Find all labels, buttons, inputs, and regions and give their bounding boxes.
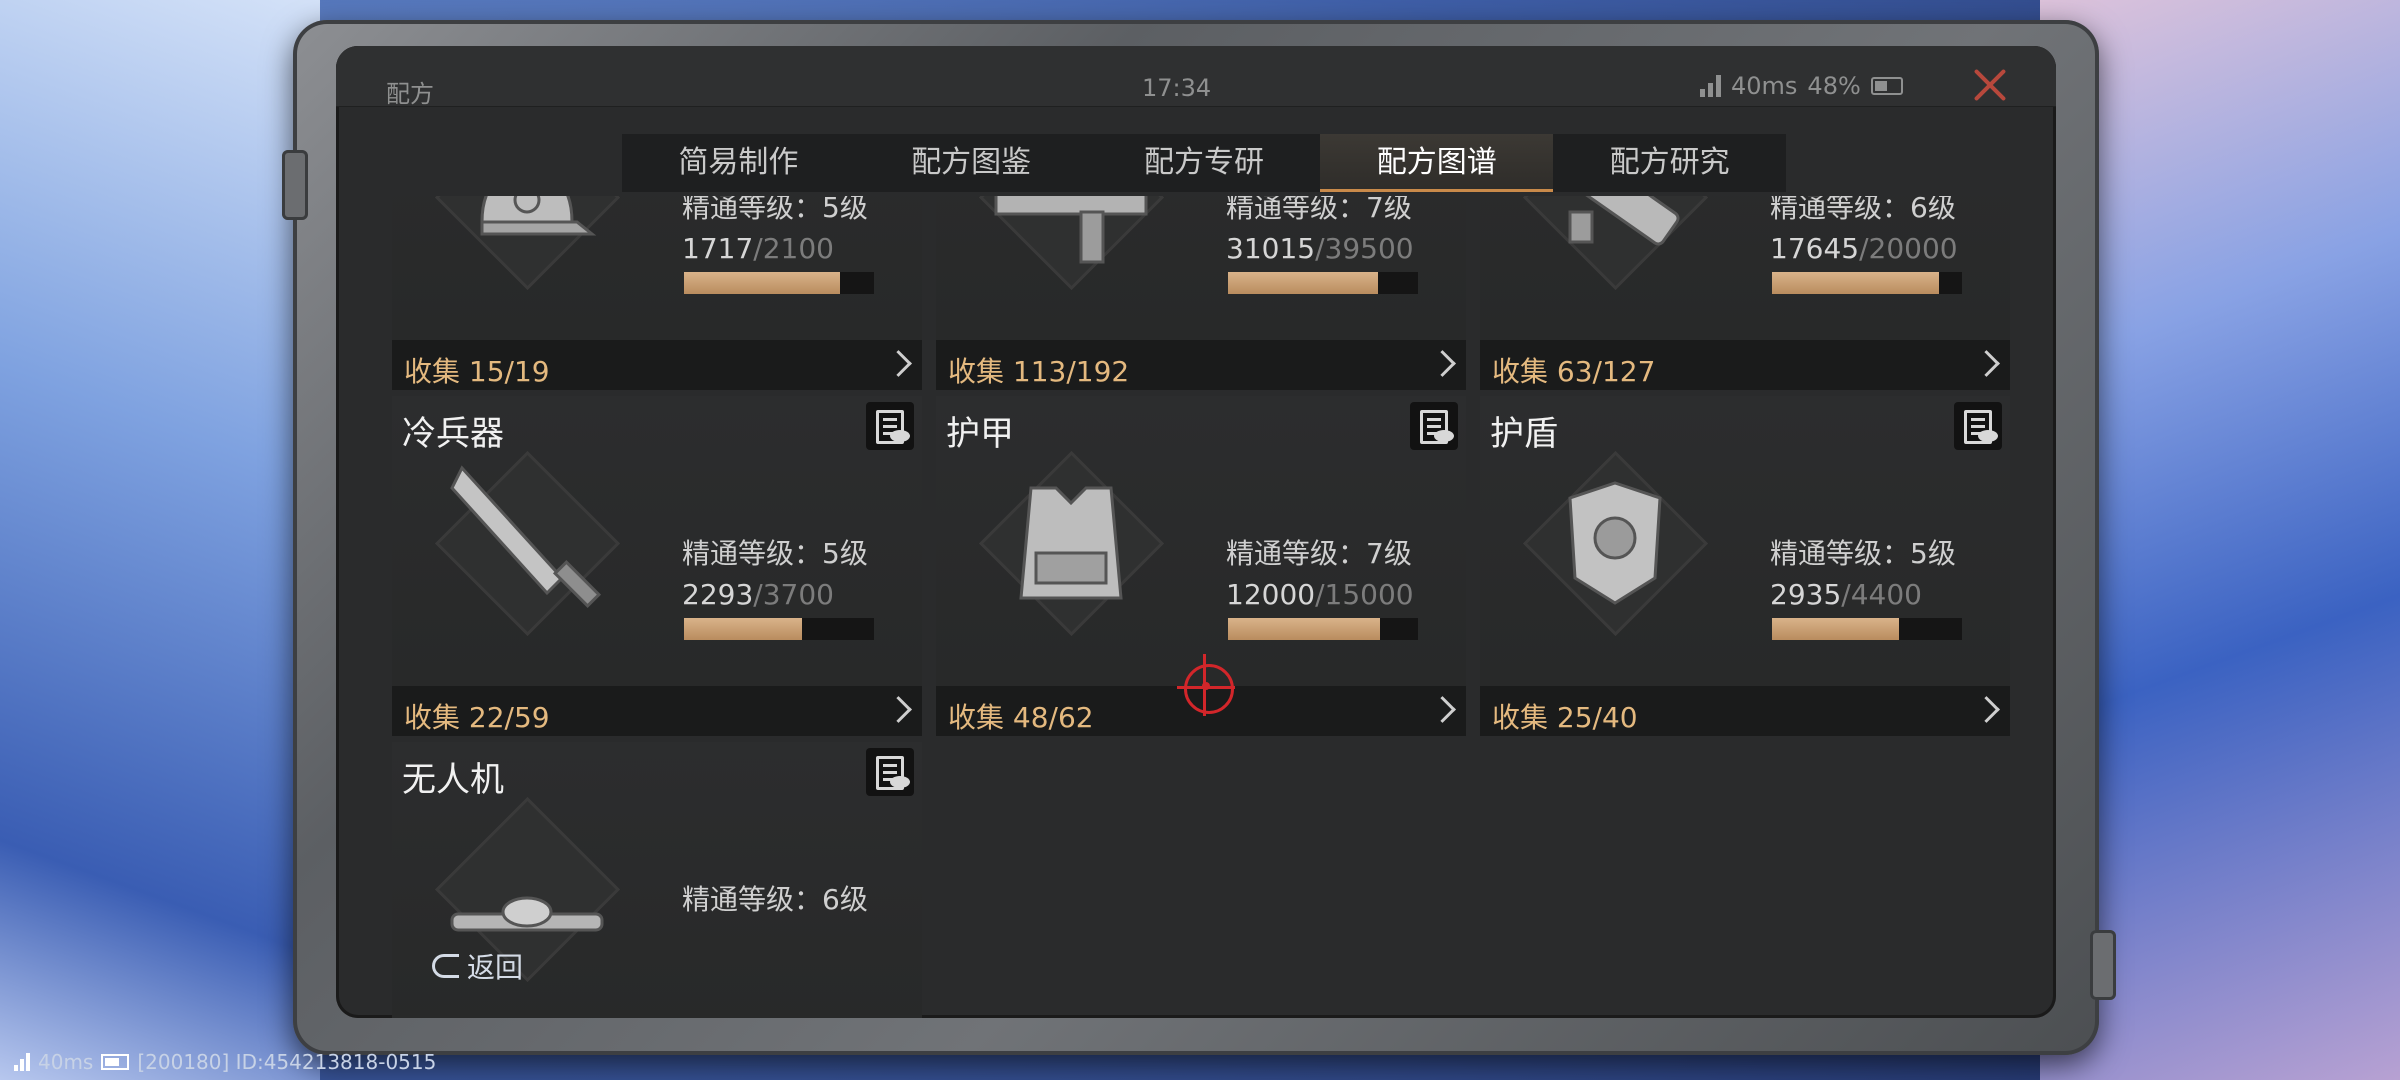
view-details-button[interactable] bbox=[1954, 402, 2002, 450]
clock: 17:34 bbox=[1142, 74, 1212, 102]
tab-bar: 简易制作 配方图鉴 配方专研 配方图谱 配方研究 bbox=[622, 134, 1786, 192]
network-status: 40ms 48% bbox=[1700, 72, 1903, 100]
battery-icon bbox=[101, 1054, 130, 1070]
tab-simple-craft[interactable]: 简易制作 bbox=[622, 134, 855, 192]
mastery-level: 精通等级：6级 bbox=[1770, 196, 1956, 224]
mastery-level: 精通等级：7级 bbox=[1226, 537, 1412, 570]
mastery-level: 精通等级：7级 bbox=[1226, 196, 1412, 224]
close-icon[interactable] bbox=[1970, 64, 2010, 104]
collect-count: 收集 22/59 bbox=[404, 701, 550, 734]
view-details-button[interactable] bbox=[866, 748, 914, 796]
bottom-status: 40ms [200180] ID:454213818-0515 bbox=[14, 1050, 436, 1074]
chevron-right-icon bbox=[1973, 696, 2000, 723]
bottom-ping: 40ms bbox=[38, 1050, 94, 1074]
window-title: 配方 bbox=[386, 80, 434, 108]
chevron-right-icon bbox=[885, 350, 912, 377]
card-title: 冷兵器 bbox=[402, 414, 504, 454]
category-card-melee[interactable]: 冷兵器 精通等级：5级 2293/3700 收集 22/59 bbox=[392, 396, 922, 736]
mastery-level: 精通等级：5级 bbox=[682, 196, 868, 224]
progress-fill bbox=[1772, 618, 1900, 640]
chevron-right-icon bbox=[1429, 696, 1456, 723]
collect-count: 收集 48/62 bbox=[948, 701, 1094, 734]
status-bar: 配方 17:34 40ms 48% bbox=[336, 46, 2056, 108]
back-label: 返回 bbox=[467, 951, 524, 984]
tab-recipe-research[interactable]: 配方研究 bbox=[1553, 134, 1786, 192]
mastery-level: 精通等级：5级 bbox=[682, 537, 868, 570]
tab-recipe-catalog[interactable]: 配方图鉴 bbox=[855, 134, 1088, 192]
mastery-progress-bar bbox=[684, 618, 874, 640]
chevron-right-icon bbox=[885, 696, 912, 723]
chevron-right-icon bbox=[1429, 350, 1456, 377]
mastery-progress-bar bbox=[1772, 618, 1962, 640]
category-card-smg[interactable]: 精通等级：7级 31015/39500 收集 113/192 bbox=[936, 196, 1466, 390]
mastery-progress-bar bbox=[684, 272, 874, 294]
card-title: 无人机 bbox=[402, 760, 504, 800]
mastery-progress-text: 31015/39500 bbox=[1226, 232, 1414, 265]
shield-armor-icon bbox=[1522, 450, 1709, 637]
recipe-window: 配方 17:34 40ms 48% 简易制作 配方图鉴 配方专研 配方图谱 配方… bbox=[336, 46, 2056, 1018]
progress-fill bbox=[1772, 272, 1940, 294]
mastery-progress-text: 2293/3700 bbox=[682, 578, 834, 611]
category-card-hat[interactable]: 精通等级：5级 1717/2100 收集 15/19 bbox=[392, 196, 922, 390]
collect-bar[interactable]: 收集 22/59 bbox=[392, 686, 922, 736]
back-button[interactable]: 返回 bbox=[432, 946, 523, 986]
card-title: 护盾 bbox=[1490, 414, 1558, 454]
cap-icon bbox=[434, 196, 621, 291]
mastery-progress-text: 12000/15000 bbox=[1226, 578, 1414, 611]
tab-recipe-specialize[interactable]: 配方专研 bbox=[1088, 134, 1321, 192]
return-arrow-icon bbox=[432, 954, 459, 978]
signal-icon bbox=[1700, 75, 1721, 97]
battery-icon bbox=[1870, 77, 1903, 95]
battery-text: 48% bbox=[1807, 72, 1861, 100]
progress-fill bbox=[684, 272, 840, 294]
mastery-progress-text: 1717/2100 bbox=[682, 232, 834, 265]
mastery-level: 精通等级：5级 bbox=[1770, 537, 1956, 570]
collect-bar[interactable]: 收集 15/19 bbox=[392, 340, 922, 390]
ping-text: 40ms bbox=[1731, 72, 1798, 100]
mastery-progress-bar bbox=[1228, 272, 1418, 294]
mastery-progress-text: 2935/4400 bbox=[1770, 578, 1922, 611]
background-left bbox=[0, 0, 320, 1080]
frame-clip bbox=[282, 150, 308, 220]
card-title: 护甲 bbox=[946, 414, 1014, 454]
vest-icon bbox=[978, 450, 1165, 637]
collect-bar[interactable]: 收集 25/40 bbox=[1480, 686, 2010, 736]
collect-count: 收集 15/19 bbox=[404, 355, 550, 388]
collect-count: 收集 25/40 bbox=[1492, 701, 1638, 734]
progress-fill bbox=[1228, 272, 1379, 294]
mastery-level: 精通等级：6级 bbox=[682, 883, 868, 916]
view-details-button[interactable] bbox=[866, 402, 914, 450]
crosshair-icon bbox=[1177, 664, 1235, 714]
collect-bar[interactable]: 收集 63/127 bbox=[1480, 340, 2010, 390]
smg-icon bbox=[978, 196, 1165, 291]
signal-icon bbox=[14, 1053, 30, 1071]
player-id: [200180] ID:454213818-0515 bbox=[137, 1050, 437, 1074]
collect-bar[interactable]: 收集 113/192 bbox=[936, 340, 1466, 390]
progress-fill bbox=[1228, 618, 1380, 640]
knife-icon bbox=[434, 450, 621, 637]
collect-count: 收集 63/127 bbox=[1492, 355, 1656, 388]
progress-fill bbox=[684, 618, 802, 640]
category-card-shield[interactable]: 护盾 精通等级：5级 2935/4400 收集 25/40 bbox=[1480, 396, 2010, 736]
frame-clip bbox=[2090, 930, 2116, 1000]
chevron-right-icon bbox=[1973, 350, 2000, 377]
tab-recipe-atlas[interactable]: 配方图谱 bbox=[1320, 134, 1554, 192]
mastery-progress-bar bbox=[1772, 272, 1962, 294]
launcher-icon bbox=[1522, 196, 1709, 291]
category-card-launcher[interactable]: 精通等级：6级 17645/20000 收集 63/127 bbox=[1480, 196, 2010, 390]
collect-count: 收集 113/192 bbox=[948, 355, 1130, 388]
view-details-button[interactable] bbox=[1410, 402, 1458, 450]
mastery-progress-text: 17645/20000 bbox=[1770, 232, 1958, 265]
mastery-progress-bar bbox=[1228, 618, 1418, 640]
card-grid: 精通等级：5级 1717/2100 收集 15/19 精通等级：7级 31015… bbox=[336, 196, 2056, 1018]
